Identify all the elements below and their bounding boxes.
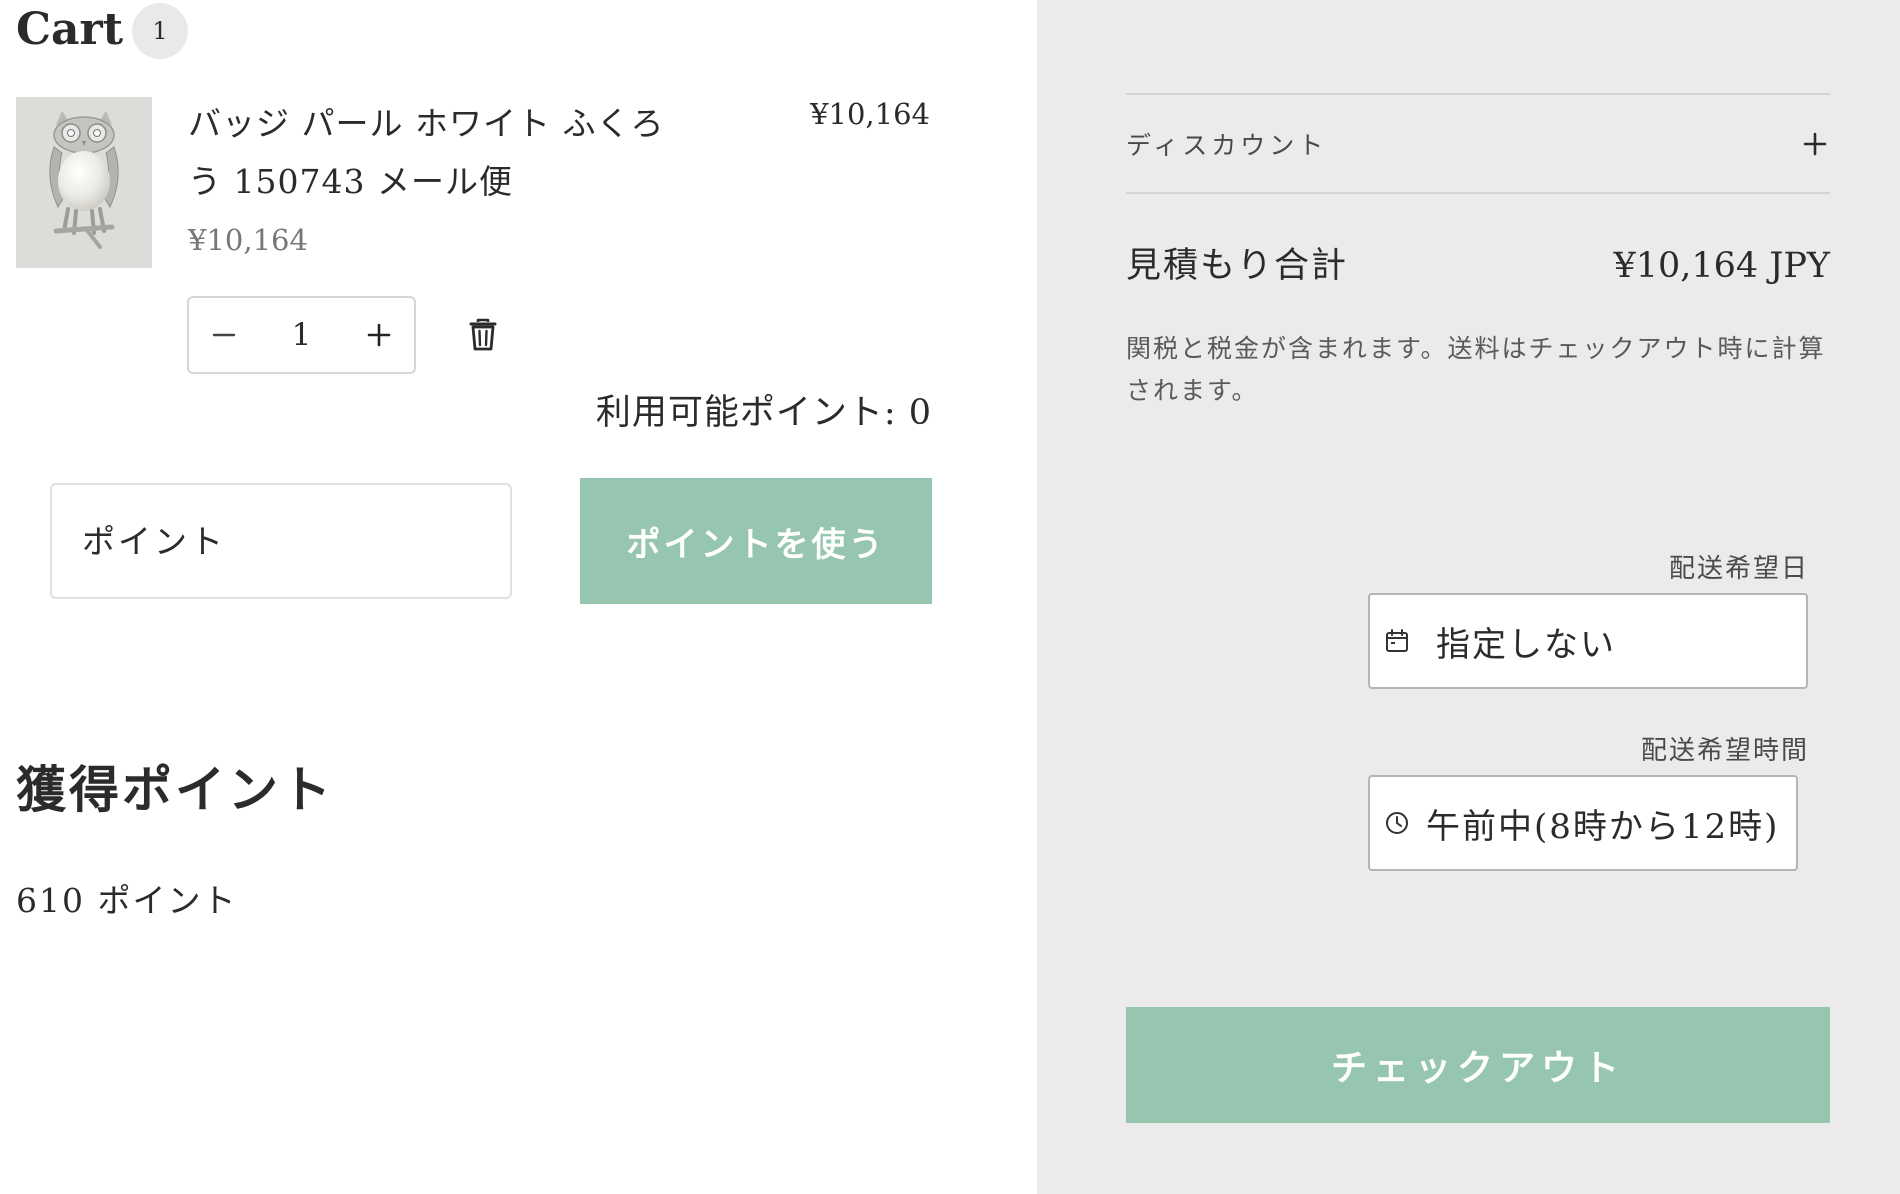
- estimated-total-label: 見積もり合計: [1126, 246, 1349, 286]
- quantity-stepper: 1: [187, 296, 416, 374]
- available-points: 利用可能ポイント: 0: [595, 393, 932, 433]
- estimated-total-value: ¥10,164 JPY: [1613, 246, 1830, 286]
- trash-icon: [469, 318, 497, 351]
- quantity-value[interactable]: 1: [259, 317, 344, 353]
- delivery-date-value: 指定しない: [1436, 624, 1616, 665]
- delivery-time-value: 午前中(8時から12時): [1426, 806, 1780, 847]
- decrease-quantity-button[interactable]: [189, 298, 259, 372]
- discount-toggle[interactable]: ディスカウント: [1126, 96, 1830, 192]
- delivery-time-select[interactable]: 午前中(8時から12時): [1368, 775, 1798, 871]
- checkout-button[interactable]: チェックアウト: [1126, 1007, 1830, 1123]
- cart-count-badge: 1: [132, 3, 188, 59]
- cart-page: Cart 1 バッジ パール ホワイト ふくろう 150743 メール便 ¥10…: [0, 0, 1900, 1194]
- calendar-icon: [1382, 626, 1412, 656]
- plus-icon: [367, 323, 391, 347]
- product-unit-price: ¥10,164: [188, 223, 308, 257]
- earned-points-value: 610 ポイント: [16, 881, 238, 920]
- plus-icon: [1800, 129, 1830, 159]
- cart-items-panel: Cart 1 バッジ パール ホワイト ふくろう 150743 メール便 ¥10…: [0, 0, 1037, 1194]
- order-summary-panel: ディスカウント 見積もり合計 ¥10,164 JPY 関税と税金が含まれます。送…: [1037, 0, 1900, 1194]
- owl-brooch-image: [16, 97, 152, 268]
- points-input[interactable]: [50, 483, 512, 599]
- cart-title: Cart: [16, 4, 124, 55]
- earned-points-title: 獲得ポイント: [16, 760, 334, 819]
- minus-icon: [212, 333, 236, 337]
- increase-quantity-button[interactable]: [344, 298, 414, 372]
- tax-note: 関税と税金が含まれます。送料はチェックアウト時に計算されます。: [1126, 334, 1826, 405]
- divider: [1126, 93, 1830, 95]
- delivery-date-select[interactable]: 指定しない: [1368, 593, 1808, 689]
- delivery-date-label: 配送希望日: [1668, 554, 1809, 584]
- use-points-button[interactable]: ポイントを使う: [580, 478, 932, 604]
- remove-item-button[interactable]: [463, 315, 503, 355]
- delivery-time-label: 配送希望時間: [1640, 736, 1809, 766]
- clock-icon: [1382, 808, 1412, 838]
- product-image[interactable]: [16, 97, 152, 268]
- divider: [1126, 192, 1830, 194]
- product-line-total: ¥10,164: [810, 97, 930, 131]
- discount-label: ディスカウント: [1126, 131, 1328, 160]
- product-name[interactable]: バッジ パール ホワイト ふくろう 150743 メール便: [188, 95, 688, 211]
